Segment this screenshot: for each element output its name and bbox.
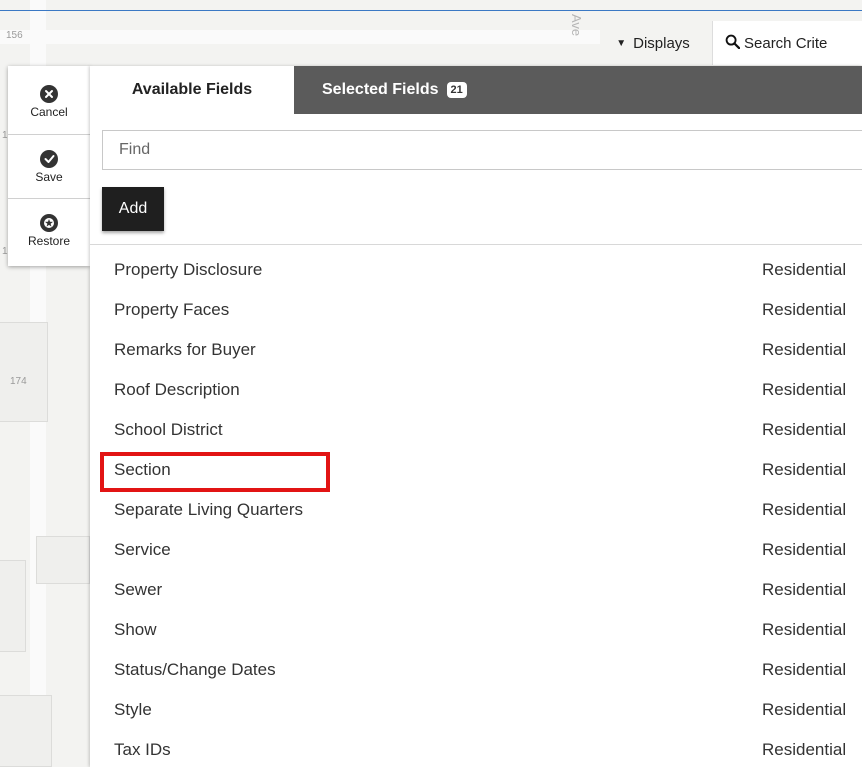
field-type: Residential [762,620,847,639]
field-row[interactable]: Sewer Residential [90,570,862,610]
tab-selected-label: Selected Fields [322,81,439,98]
field-type: Residential [762,740,847,759]
cancel-label: Cancel [30,105,68,119]
field-name: Sewer [114,580,163,599]
field-name: Property Faces [114,300,230,319]
star-icon [40,214,58,232]
field-type: Residential [762,300,847,319]
restore-label: Restore [27,234,71,248]
search-criteria-label: Search Crite [744,34,828,52]
close-icon [40,85,58,103]
field-row[interactable]: Tax IDs Residential [90,730,862,767]
field-name: Tax IDs [114,740,171,759]
field-type: Residential [762,260,847,279]
cancel-button[interactable]: Cancel [8,70,90,134]
field-name: Show [114,620,157,639]
field-row[interactable]: Separate Living Quarters Residential [90,490,862,530]
check-icon [40,150,58,168]
field-type: Residential [762,420,847,439]
field-name: Property Disclosure [114,260,263,279]
field-name: Service [114,540,171,559]
map-lot-label: 174 [10,376,27,387]
field-name: Remarks for Buyer [114,340,256,359]
selected-count-badge: 21 [446,82,467,98]
tab-available-label: Available Fields [131,81,253,98]
field-type: Residential [762,380,847,399]
field-type: Residential [762,580,847,599]
field-type: Residential [762,700,847,719]
field-row[interactable]: School District Residential [90,410,862,450]
field-name: Section [114,460,171,479]
field-row[interactable]: Property Disclosure Residential [90,250,862,290]
tab-bar: Available Fields Selected Fields 21 [90,66,862,114]
fields-panel: Available Fields Selected Fields 21 Add … [90,66,862,767]
field-row[interactable]: Style Residential [90,690,862,730]
toolbar-accent-line [0,10,862,11]
field-row[interactable]: Roof Description Residential [90,370,862,410]
field-type: Residential [762,540,847,559]
field-row[interactable]: Remarks for Buyer Residential [90,330,862,370]
field-name: Roof Description [114,380,240,399]
field-name: School District [114,420,223,439]
field-type: Residential [762,460,847,479]
add-button[interactable]: Add [102,187,164,231]
field-name: Separate Living Quarters [114,500,303,519]
field-name: Style [114,700,152,719]
field-type: Residential [762,660,847,679]
restore-button[interactable]: Restore [8,198,90,263]
search-criteria-button[interactable]: Search Crite [712,21,862,65]
tab-available-fields[interactable]: Available Fields [90,66,294,114]
field-row[interactable]: Section Residential [90,450,862,490]
displays-button[interactable]: ▼ Displays [598,21,708,65]
top-toolbar: ▼ Displays Search Crite [0,10,862,66]
field-type: Residential [762,500,847,519]
field-list: Property Disclosure Residential Property F… [90,250,862,767]
action-column: Cancel Save Restore [8,66,90,266]
search-icon [725,34,741,53]
save-button[interactable]: Save [8,134,90,199]
divider [90,244,862,245]
tab-selected-fields[interactable]: Selected Fields 21 [322,66,467,114]
field-row[interactable]: Show Residential [90,610,862,650]
field-row[interactable]: Status/Change Dates Residential [90,650,862,690]
field-type: Residential [762,340,847,359]
displays-label: Displays [633,34,690,52]
field-name: Status/Change Dates [114,660,276,679]
find-input[interactable] [102,130,862,170]
field-row[interactable]: Property Faces Residential [90,290,862,330]
save-label: Save [35,170,63,184]
field-row[interactable]: Service Residential [90,530,862,570]
caret-down-icon: ▼ [616,37,627,49]
